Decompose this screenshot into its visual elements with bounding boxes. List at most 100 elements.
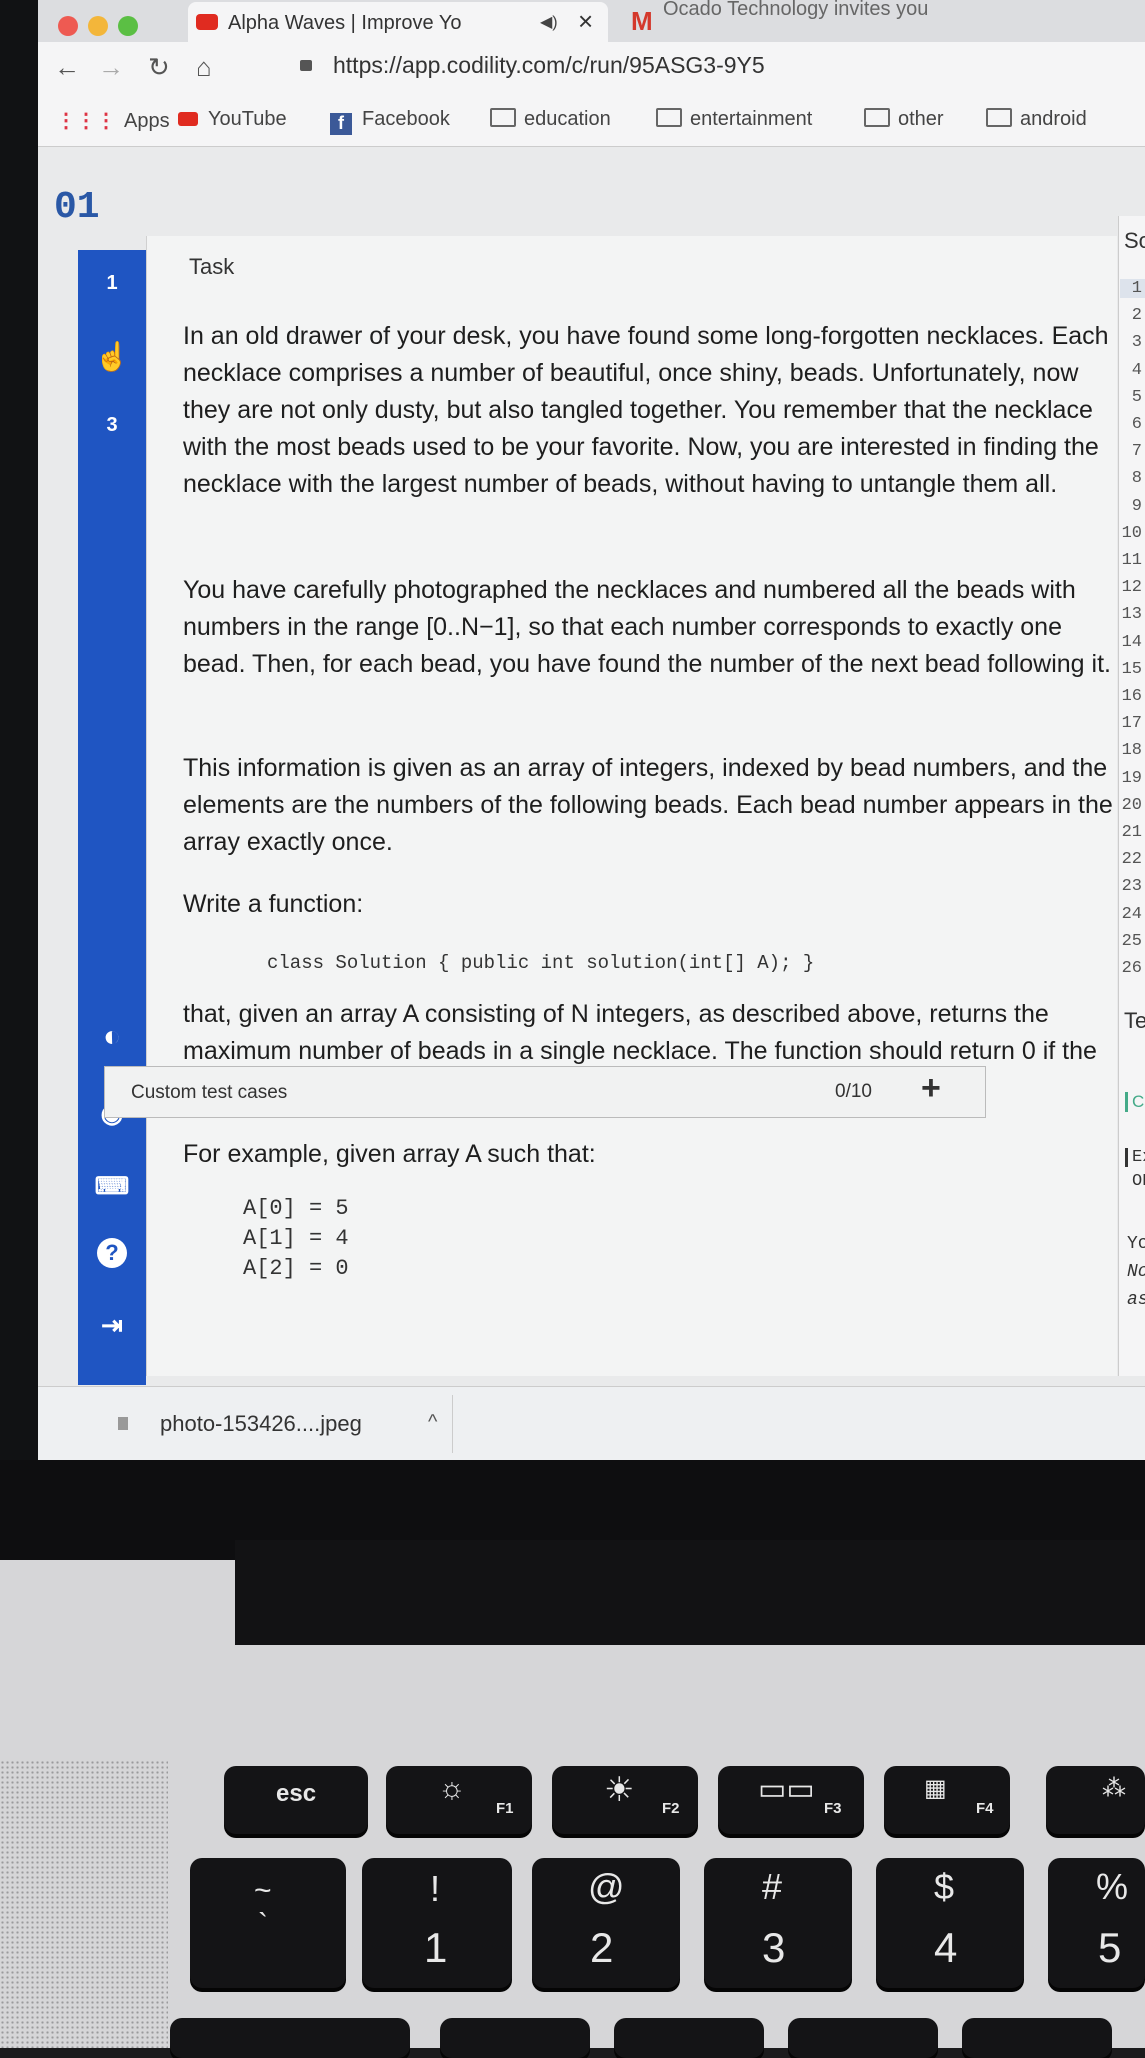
codility-logo: 01	[54, 186, 100, 229]
left-sidebar: 1 ☝ 3 ◐ ◉ ⌨ ? ⇥	[78, 250, 146, 1385]
key-r[interactable]	[962, 2018, 1112, 2058]
speaker-icon[interactable]: ◀)	[540, 12, 558, 32]
example-line: A[2] = 0	[243, 1256, 349, 1281]
file-icon	[118, 1417, 128, 1430]
key-4[interactable]: $4	[876, 1858, 1024, 1988]
task-paragraph-6: For example, given array A such that:	[183, 1140, 596, 1168]
key-e[interactable]	[788, 2018, 938, 2058]
key-esc[interactable]: esc	[224, 1766, 368, 1834]
line-number: 19	[1121, 768, 1142, 788]
key-3[interactable]: #3	[704, 1858, 852, 1988]
keyboard-light-icon: ⁂	[1102, 1775, 1126, 1802]
task-paragraph-2: You have carefully photographed the neck…	[183, 576, 1111, 678]
line-number: 10	[1121, 523, 1142, 543]
line-number: 9	[1131, 496, 1142, 516]
lock-icon	[300, 60, 312, 71]
tests-tab[interactable]: Tes	[1124, 1008, 1145, 1034]
key-f3[interactable]: ▭▭ F3	[718, 1766, 864, 1834]
close-tab-icon[interactable]: ×	[578, 6, 593, 37]
key-f4[interactable]: ▦ F4	[884, 1766, 1010, 1834]
bookmark-other[interactable]: other	[864, 108, 944, 131]
download-filename[interactable]: photo-153426....jpeg	[160, 1411, 362, 1437]
add-test-case-button[interactable]: +	[921, 1069, 941, 1108]
sidebar-item-3[interactable]: 3	[78, 414, 146, 437]
browser-toolbar: ← → ↻ ⌂ https://app.codility.com/c/run/9…	[38, 42, 1145, 94]
line-number: 25	[1121, 931, 1142, 951]
speaker-grille	[0, 1760, 168, 2048]
bookmark-education[interactable]: education	[490, 108, 611, 131]
key-w[interactable]	[614, 2018, 764, 2058]
console-line: Exa	[1125, 1148, 1145, 1167]
tab-bar: Alpha Waves | Improve Yo ◀) × M Ocado Te…	[38, 0, 1145, 42]
bookmark-facebook[interactable]: f Facebook	[330, 108, 450, 135]
screen-bezel	[0, 0, 38, 1580]
line-number: 1	[1120, 279, 1145, 298]
line-number: 18	[1121, 741, 1142, 761]
bookmark-youtube[interactable]: YouTube	[178, 108, 287, 131]
minimize-window-button[interactable]	[88, 16, 108, 36]
address-bar[interactable]: https://app.codility.com/c/run/95ASG3-9Y…	[333, 52, 765, 79]
brightness-up-icon: ☀	[604, 1771, 635, 1809]
key-5[interactable]: % 5	[1048, 1858, 1145, 1988]
back-icon[interactable]: ←	[54, 52, 80, 83]
line-number: 7	[1131, 442, 1142, 462]
custom-test-cases-label: Custom test cases	[131, 1082, 288, 1103]
tab-alpha-waves[interactable]: Alpha Waves | Improve Yo ◀) ×	[188, 2, 608, 42]
task-paragraph-4: Write a function:	[183, 890, 364, 918]
example-line: A[0] = 5	[243, 1196, 349, 1221]
key-tab[interactable]	[170, 2018, 410, 2058]
key-q[interactable]	[440, 2018, 590, 2058]
maximize-window-button[interactable]	[118, 16, 138, 36]
line-number: 2	[1131, 306, 1142, 326]
key-1[interactable]: ! 1	[362, 1858, 512, 1988]
custom-test-cases-bar[interactable]: Custom test cases 0/10 +	[104, 1066, 986, 1118]
example-line: A[1] = 4	[243, 1226, 349, 1251]
line-number: 4	[1131, 360, 1142, 380]
gmail-icon: M	[631, 6, 653, 36]
example-array: A[0] = 5 A[1] = 4 A[2] = 0	[243, 1194, 349, 1284]
reload-icon[interactable]: ↻	[148, 52, 170, 83]
key-tilde[interactable]: ~ `	[190, 1858, 346, 1988]
chevron-up-icon[interactable]: ^	[428, 1411, 437, 1434]
tab-title: Ocado Technology invites you	[663, 0, 929, 20]
launchpad-icon: ▦	[924, 1775, 947, 1802]
line-number: 6	[1131, 415, 1142, 434]
home-icon[interactable]: ⌂	[196, 52, 212, 83]
sidebar-item-1[interactable]: 1	[78, 272, 146, 295]
browser-window: Alpha Waves | Improve Yo ◀) × M Ocado Te…	[38, 0, 1145, 1460]
bookmark-android[interactable]: android	[986, 108, 1087, 131]
function-signature: class Solution { public int solution(int…	[267, 952, 815, 974]
tab-ocado[interactable]: M Ocado Technology invites you	[623, 0, 1043, 42]
line-number: 8	[1131, 469, 1142, 489]
help-icon[interactable]: ?	[78, 1238, 146, 1268]
line-number: 16	[1121, 687, 1142, 706]
console-line: OK	[1132, 1172, 1145, 1191]
laptop-hinge	[235, 1540, 1145, 1645]
forward-icon[interactable]: →	[98, 52, 124, 83]
exit-icon[interactable]: ⇥	[78, 1310, 146, 1341]
task-paragraph-1: In an old drawer of your desk, you have …	[183, 322, 1109, 498]
line-number: 23	[1121, 877, 1142, 897]
downloads-shelf: photo-153426....jpeg ^	[38, 1386, 1145, 1460]
bookmark-apps[interactable]: ⋮⋮⋮ Apps	[56, 108, 170, 133]
keyboard-icon[interactable]: ⌨	[78, 1172, 146, 1201]
contrast-icon[interactable]: ◐	[78, 1020, 146, 1054]
youtube-icon	[178, 112, 198, 126]
line-number: 5	[1131, 387, 1142, 407]
line-number: 24	[1121, 904, 1142, 924]
custom-test-cases-count: 0/10	[835, 1081, 872, 1102]
key-f1[interactable]: ☼ F1	[386, 1766, 532, 1834]
line-number: 26	[1121, 959, 1142, 978]
line-number: 20	[1121, 795, 1142, 815]
key-f5[interactable]: ⁂	[1046, 1766, 1145, 1834]
key-f2[interactable]: ☀ F2	[552, 1766, 698, 1834]
line-number: 3	[1131, 333, 1142, 353]
hand-icon[interactable]: ☝	[78, 340, 146, 373]
task-panel: Task In an old drawer of your desk, you …	[146, 236, 1117, 1376]
solution-panel: Sol 123456789101112131415161718192021222…	[1118, 216, 1145, 1376]
close-window-button[interactable]	[58, 16, 78, 36]
task-paragraph-3: This information is given as an array of…	[183, 754, 1113, 856]
bookmark-entertainment[interactable]: entertainment	[656, 108, 812, 131]
key-2[interactable]: @2	[532, 1858, 680, 1988]
apps-grid-icon: ⋮⋮⋮	[56, 110, 116, 132]
